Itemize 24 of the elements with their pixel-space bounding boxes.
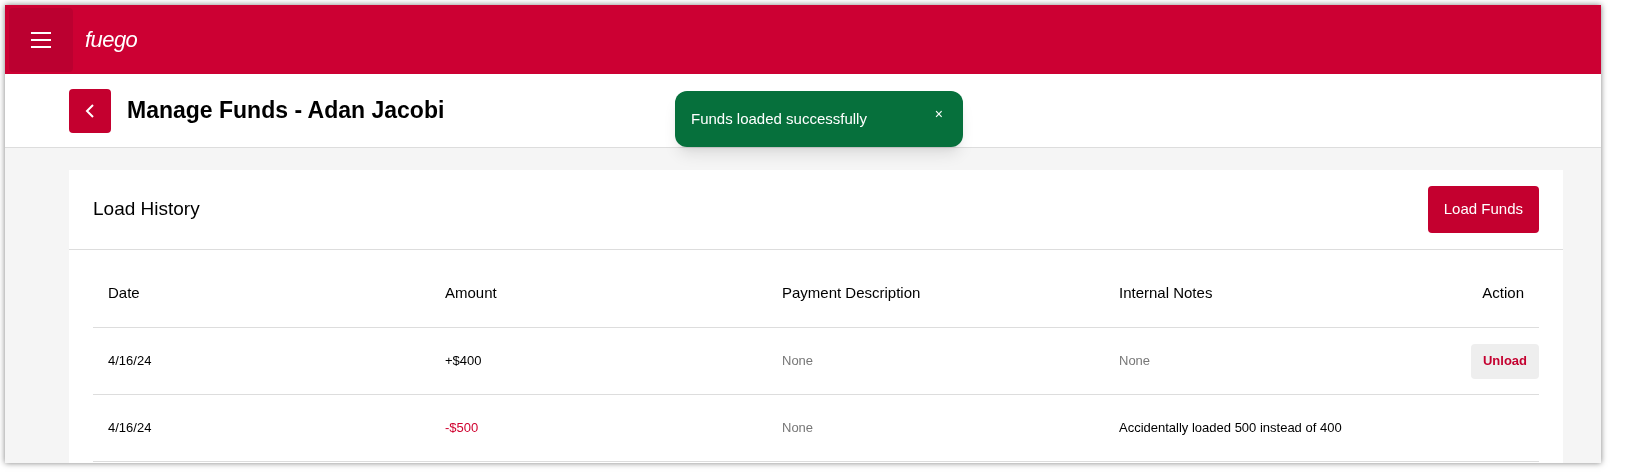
- chevron-left-icon: [85, 102, 95, 119]
- table-cell-text: 4/16/24: [108, 352, 153, 371]
- table-cell-text: None: [782, 352, 815, 371]
- column-header: Date: [108, 283, 141, 304]
- card-title: Load History: [93, 197, 200, 222]
- table-cell-text: None: [782, 419, 815, 438]
- column-header: Payment Description: [782, 283, 922, 304]
- back-button[interactable]: [69, 88, 111, 133]
- menu-icon: [30, 30, 52, 49]
- logo: fuego: [85, 26, 138, 54]
- table-cell-text: Accidentally loaded 500 instead of 400: [1119, 419, 1343, 438]
- close-button[interactable]: ×: [934, 103, 943, 125]
- toast-message: Funds loaded successfully: [691, 108, 867, 129]
- page-title: Manage Funds - Adan Jacobi: [127, 96, 445, 126]
- column-header: Action: [1482, 283, 1524, 304]
- menu-button[interactable]: [9, 7, 73, 72]
- table-cell-text: -$500: [445, 419, 480, 438]
- column-header: Internal Notes: [1119, 283, 1214, 304]
- load-funds-button[interactable]: Load Funds: [1427, 186, 1539, 233]
- table-cell-text: 4/16/24: [108, 419, 153, 438]
- table-cell-text: +$400: [445, 352, 483, 371]
- column-header: Amount: [445, 283, 498, 304]
- table-cell-text: None: [1119, 352, 1152, 371]
- unload-button[interactable]: Unload: [1470, 343, 1539, 379]
